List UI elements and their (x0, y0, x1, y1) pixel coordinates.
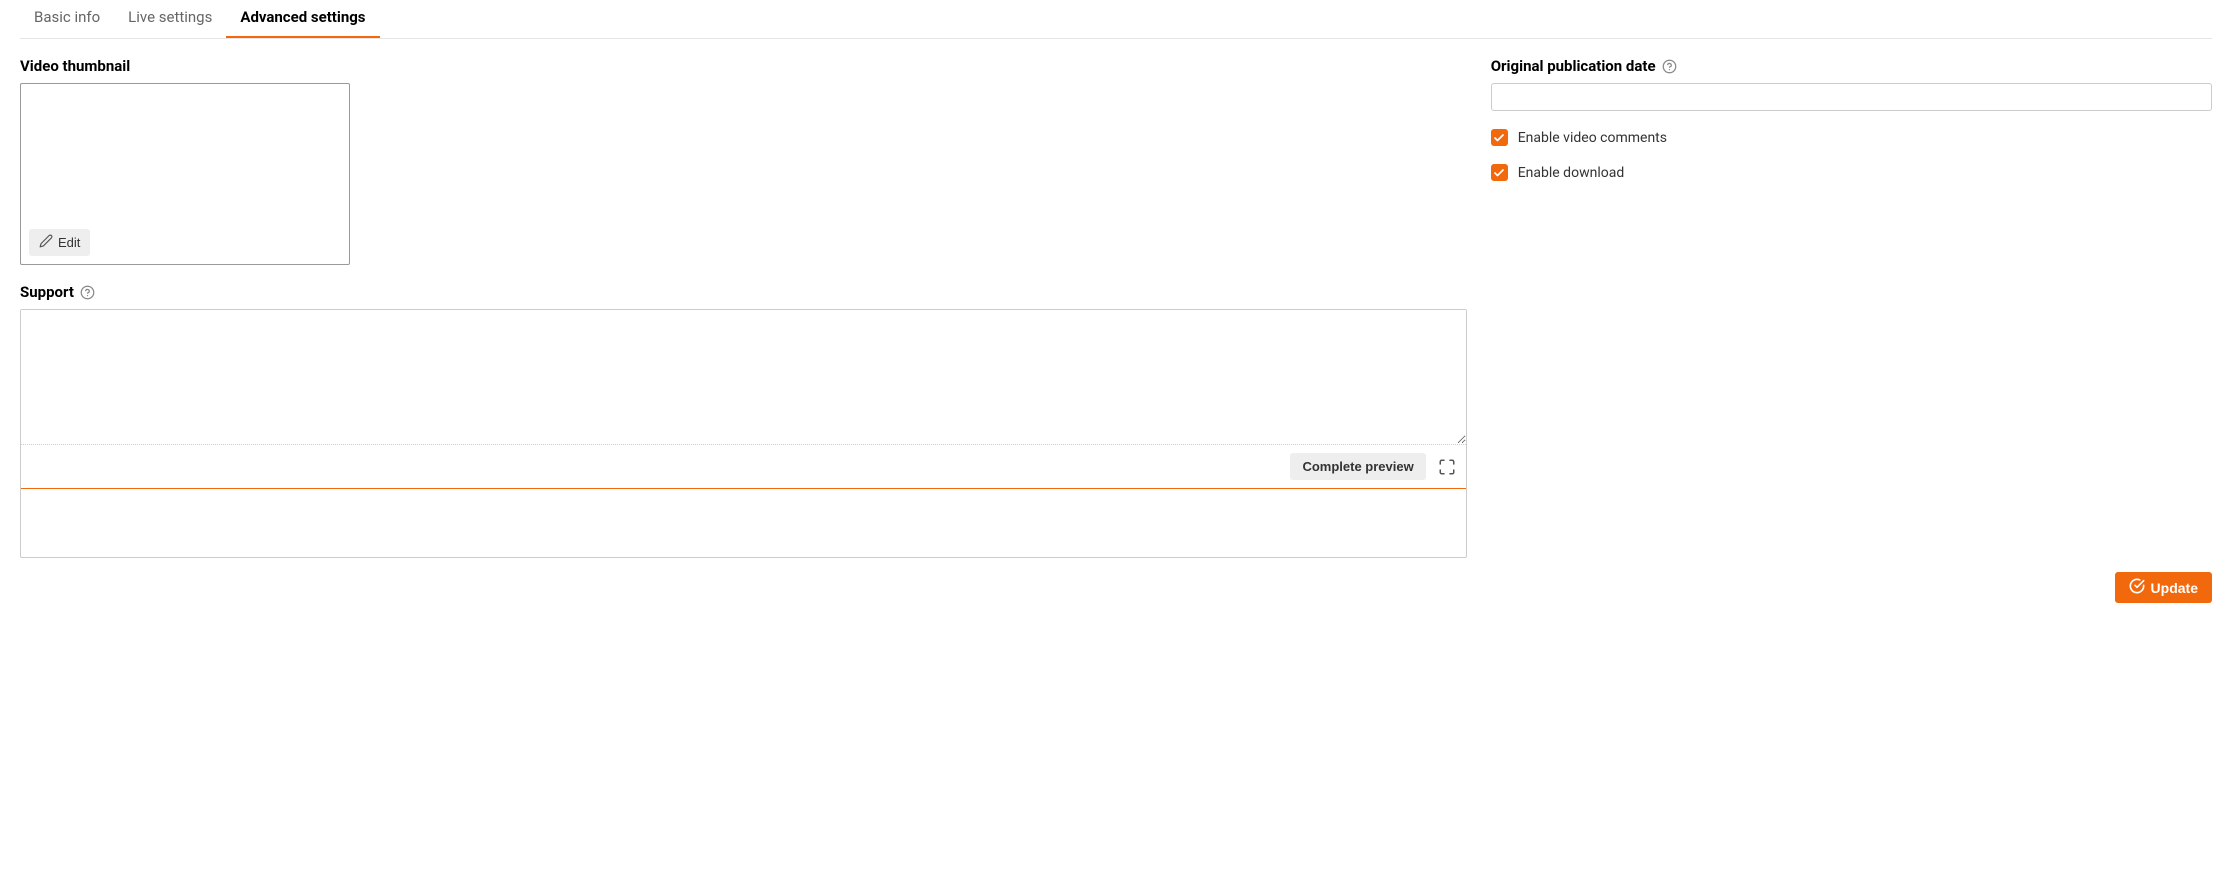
tab-advanced-settings[interactable]: Advanced settings (226, 0, 379, 38)
check-circle-icon (2129, 578, 2145, 597)
edit-thumbnail-button[interactable]: Edit (29, 229, 90, 256)
footer-actions: Update (20, 572, 2212, 623)
support-label: Support (20, 283, 1467, 301)
thumbnail-preview: Edit (20, 83, 350, 265)
support-textarea[interactable] (21, 310, 1466, 445)
thumbnail-label: Video thumbnail (20, 57, 1467, 75)
complete-preview-button[interactable]: Complete preview (1290, 453, 1425, 480)
thumbnail-label-text: Video thumbnail (20, 57, 130, 75)
tab-live-settings[interactable]: Live settings (114, 0, 226, 38)
publication-date-input[interactable] (1491, 83, 2212, 111)
enable-comments-label: Enable video comments (1518, 130, 1667, 146)
settings-tabs: Basic info Live settings Advanced settin… (20, 0, 2212, 39)
pencil-icon (39, 234, 53, 251)
enable-download-row: Enable download (1491, 164, 2212, 181)
pub-date-label: Original publication date (1491, 57, 2212, 75)
right-column: Original publication date Enable video c… (1491, 57, 2212, 558)
tab-basic-info[interactable]: Basic info (20, 0, 114, 38)
support-editor: Complete preview (20, 309, 1467, 558)
help-icon[interactable] (80, 285, 95, 300)
support-section: Support Complete preview (20, 283, 1467, 558)
help-icon[interactable] (1662, 59, 1677, 74)
content-area: Video thumbnail Edit Support Complete pr… (20, 57, 2212, 558)
edit-button-label: Edit (58, 235, 80, 250)
preview-toolbar: Complete preview (21, 445, 1466, 489)
pub-date-label-text: Original publication date (1491, 57, 1656, 75)
update-button-label: Update (2151, 580, 2198, 596)
preview-output (21, 489, 1466, 557)
enable-comments-checkbox[interactable] (1491, 129, 1508, 146)
enable-download-label: Enable download (1518, 165, 1625, 181)
enable-comments-row: Enable video comments (1491, 129, 2212, 146)
enable-download-checkbox[interactable] (1491, 164, 1508, 181)
left-column: Video thumbnail Edit Support Complete pr… (20, 57, 1467, 558)
support-label-text: Support (20, 283, 74, 301)
maximize-icon[interactable] (1438, 458, 1456, 476)
update-button[interactable]: Update (2115, 572, 2212, 603)
